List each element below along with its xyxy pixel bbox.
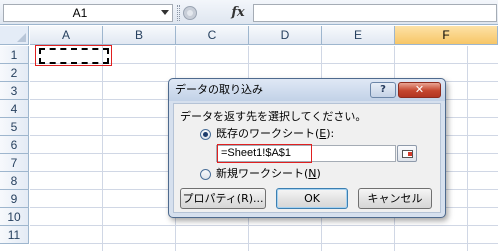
chevron-down-icon[interactable] [161,10,169,15]
formula-bar-splitter[interactable] [177,5,180,21]
cancel-button[interactable]: キャンセル [358,188,432,209]
dialog-body: データを返す先を選択してください。 既存のワークシート(E): =Sheet1!… [173,103,441,213]
row-header-8[interactable]: 8 [0,172,29,190]
column-header-f[interactable]: F [395,26,498,45]
row-header-7[interactable]: 7 [0,154,29,172]
column-header-d[interactable]: D [249,26,322,45]
column-header-b[interactable]: B [103,26,176,45]
new-sheet-accel: N [308,167,317,180]
select-all-button[interactable] [0,26,29,45]
column-header-a[interactable]: A [30,26,103,45]
column-header-e[interactable]: E [322,26,395,45]
new-sheet-radio[interactable] [200,169,211,180]
dialog-titlebar[interactable]: データの取り込み ? ✕ [169,79,445,101]
row-header-6[interactable]: 6 [0,136,29,154]
collapse-dialog-button[interactable] [397,145,417,162]
row-header-9[interactable]: 9 [0,190,29,208]
row-header-11[interactable]: 11 [0,226,29,244]
new-sheet-label[interactable]: 新規ワークシート(N) [216,167,321,181]
row-header-2[interactable]: 2 [0,64,29,82]
row-header-4[interactable]: 4 [0,100,29,118]
existing-sheet-suffix: ): [326,127,335,140]
new-sheet-text: 新規ワークシート( [216,167,309,180]
dialog-prompt: データを返す先を選択してください。 [180,110,367,123]
properties-button[interactable]: プロパティ(R)... [180,188,266,209]
existing-sheet-radio[interactable] [200,129,211,140]
new-sheet-suffix: ) [316,167,321,180]
dialog-title: データの取り込み [175,83,263,96]
row-header-10[interactable]: 10 [0,208,29,226]
existing-sheet-text: 既存のワークシート( [216,127,320,140]
insert-function-button[interactable]: fx [228,3,248,22]
close-button[interactable]: ✕ [398,82,441,98]
row-header-3[interactable]: 3 [0,82,29,100]
cancel-entry-icon[interactable] [183,6,197,20]
selected-cell-a1[interactable] [35,45,112,66]
range-select-icon [402,150,413,158]
reference-highlight [217,144,312,163]
name-box[interactable]: A1 [3,4,173,22]
formula-input[interactable] [253,4,497,22]
formula-bar: A1 fx [0,0,498,25]
help-button[interactable]: ? [370,82,396,98]
existing-sheet-label[interactable]: 既存のワークシート(E): [216,127,334,141]
column-header-c[interactable]: C [176,26,249,45]
ok-button[interactable]: OK [276,188,348,209]
row-header-1[interactable]: 1 [0,46,29,64]
name-box-value: A1 [72,6,88,20]
row-header-5[interactable]: 5 [0,118,29,136]
import-data-dialog: データの取り込み ? ✕ データを返す先を選択してください。 既存のワークシート… [168,78,446,218]
